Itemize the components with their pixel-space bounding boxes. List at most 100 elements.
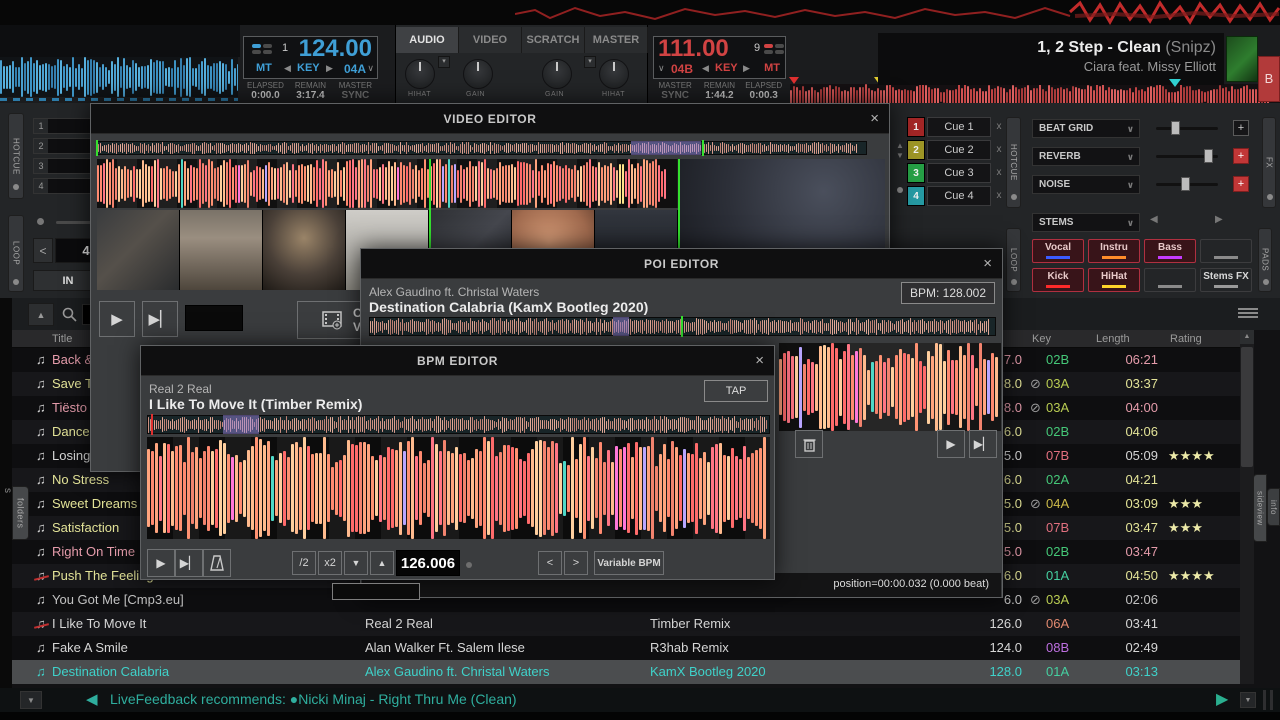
chevron-down-icon[interactable]: ∨ (658, 63, 665, 74)
cue-color-badge[interactable]: 4 (907, 186, 925, 206)
deck-b-letter-badge[interactable]: B (1258, 56, 1280, 102)
fx-slider[interactable] (1156, 155, 1218, 158)
scrollbar-thumb[interactable] (1241, 347, 1253, 467)
cue-color-badge[interactable]: 2 (907, 140, 925, 160)
cue-button[interactable]: Cue 4 (927, 186, 991, 206)
video-play-button[interactable]: ▶ (99, 301, 135, 337)
bpm-editor-titlebar[interactable]: BPM EDITOR × (141, 346, 774, 376)
fx-slider[interactable] (1156, 183, 1218, 186)
poi-delete-button[interactable] (795, 430, 823, 458)
stem-pad-vocal[interactable]: Vocal (1032, 239, 1084, 263)
deck-b-bpm[interactable]: 111.00 (658, 35, 729, 63)
bpm-prev-button[interactable]: < (538, 551, 562, 575)
video-thumbnail[interactable] (97, 210, 180, 290)
bpm-metronome-button[interactable] (203, 549, 231, 577)
stems-prev-icon[interactable]: ◀ (1150, 214, 1158, 225)
browser-scroll-up-button[interactable]: ▲ (28, 303, 54, 326)
stem-pad-bass[interactable]: Bass (1144, 239, 1196, 263)
playhead-marker-cyan[interactable] (1169, 79, 1181, 87)
hihat-knob[interactable] (599, 59, 629, 89)
cue-delete-icon[interactable]: x (993, 186, 1005, 206)
close-icon[interactable]: × (983, 249, 992, 279)
deck-a-stack-icon[interactable] (252, 44, 261, 48)
mixer-tab-scratch[interactable]: SCRATCH (522, 27, 585, 53)
cue-scroll-down-icon[interactable]: ▼ (896, 151, 904, 160)
video-thumbnail[interactable] (263, 210, 346, 290)
bpm-up-button[interactable]: ▲ (370, 551, 394, 575)
feedback-back-icon[interactable]: ◀ (86, 690, 98, 708)
bpm-value-field[interactable]: 126.006 (396, 550, 460, 576)
video-skip-button[interactable]: ▶▏ (142, 301, 178, 337)
fx-slider-thumb[interactable] (1181, 177, 1190, 191)
stem-pad-hihat[interactable]: HiHat (1088, 268, 1140, 292)
cue-panel-dot[interactable] (897, 187, 903, 193)
fx-slider[interactable] (1156, 127, 1218, 130)
bpm-next-button[interactable]: > (564, 551, 588, 575)
cue-delete-icon[interactable]: x (993, 140, 1005, 160)
loop-panel-dot[interactable] (13, 279, 19, 285)
stems-next-icon[interactable]: ▶ (1215, 214, 1223, 225)
deck-b-key-value[interactable]: 04B (671, 62, 693, 76)
variable-bpm-button[interactable]: Variable BPM (594, 551, 664, 575)
close-icon[interactable]: × (870, 104, 879, 134)
tap-button[interactable]: TAP (704, 380, 768, 402)
column-header-length[interactable]: Length (1096, 330, 1130, 348)
hotcue-right-dot[interactable] (1011, 194, 1017, 200)
cue-button[interactable]: Cue 1 (927, 117, 991, 137)
fx-add-button[interactable]: + (1233, 148, 1249, 164)
hihat-knob[interactable] (405, 59, 435, 89)
scrollbar-up-icon[interactable]: ▲ (1240, 330, 1254, 344)
loop-slider-dot[interactable] (37, 218, 44, 225)
fx-add-button[interactable]: + (1233, 176, 1249, 192)
bpm-down-button[interactable]: ▼ (344, 551, 368, 575)
tab-info[interactable]: info (1267, 488, 1280, 526)
bpm-half-button[interactable]: /2 (292, 551, 316, 575)
column-header-title[interactable]: Title (52, 330, 72, 348)
gain-knob[interactable] (463, 59, 493, 89)
feedback-play-icon[interactable]: ▶ (1216, 689, 1228, 709)
tab-sideview[interactable]: sideview (1253, 474, 1267, 542)
table-row[interactable]: ♫I Like To Move ItReal 2 RealTimber Remi… (12, 612, 1240, 636)
hotcue-panel-dot[interactable] (13, 184, 19, 190)
knob-assign-dropdown[interactable]: ▾ (438, 56, 450, 68)
poi-skip-button[interactable]: ▶▏ (969, 430, 997, 458)
video-thumbnail[interactable] (180, 210, 263, 290)
poi-editor-titlebar[interactable]: POI EDITOR × (361, 249, 1002, 279)
video-overview-waveform[interactable] (97, 141, 867, 155)
deck-b-stack-icon[interactable] (764, 44, 773, 48)
deck-a-key-value[interactable]: 04A (344, 62, 366, 76)
poi-play-button[interactable]: ▶ (937, 430, 965, 458)
cue-delete-icon[interactable]: x (993, 117, 1005, 137)
cue-delete-icon[interactable]: x (993, 163, 1005, 183)
close-icon[interactable]: × (755, 346, 764, 376)
column-header-key[interactable]: Key (1032, 330, 1051, 348)
fx-dropdown-noise[interactable]: NOISE∨ (1032, 175, 1140, 194)
bpm-play-button[interactable]: ▶ (147, 549, 175, 577)
deck-a-waveform[interactable] (0, 57, 238, 97)
video-editor-titlebar[interactable]: VIDEO EDITOR × (91, 104, 889, 134)
stem-pad-kick[interactable]: Kick (1032, 268, 1084, 292)
fx-add-button[interactable]: + (1233, 120, 1249, 136)
deck-a-bpm[interactable]: 124.00 (299, 35, 372, 63)
fx-slider-thumb[interactable] (1171, 121, 1180, 135)
table-row[interactable]: ♫Fake A SmileAlan Walker Ft. Salem Ilese… (12, 636, 1240, 660)
cue-scroll-up-icon[interactable]: ▲ (896, 141, 904, 150)
table-row[interactable]: ♫Destination CalabriaAlex Gaudino ft. Ch… (12, 660, 1240, 684)
video-time-field[interactable] (185, 305, 243, 331)
mixer-tab-master[interactable]: MASTER (585, 27, 648, 53)
deck-a-mt-button[interactable]: MT (256, 62, 272, 74)
poi-bpm-badge[interactable]: BPM: 128.002 (901, 282, 995, 304)
tab-folders[interactable]: folders (12, 486, 29, 540)
bpm-skip-button[interactable]: ▶▏ (175, 549, 203, 577)
key-right-arrow[interactable]: ▶ (743, 63, 750, 74)
loop-right-dot[interactable] (1011, 279, 1017, 285)
key-left-arrow[interactable]: ◀ (702, 63, 709, 74)
hotcue-marker-red[interactable] (789, 77, 799, 84)
stems-dropdown[interactable]: STEMS∨ (1032, 213, 1140, 232)
pads-panel-dot[interactable] (1263, 279, 1269, 285)
fx-dropdown-beat-grid[interactable]: BEAT GRID∨ (1032, 119, 1140, 138)
cue-color-badge[interactable]: 3 (907, 163, 925, 183)
cue-button[interactable]: Cue 3 (927, 163, 991, 183)
track-list-scrollbar[interactable]: ▲ (1240, 330, 1254, 684)
column-header-rating[interactable]: Rating (1170, 330, 1202, 348)
